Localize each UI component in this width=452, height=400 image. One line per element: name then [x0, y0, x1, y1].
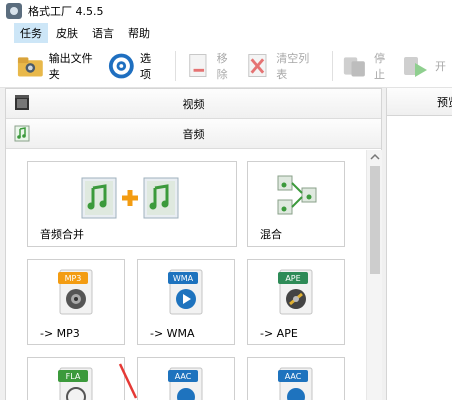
- to-mp3-tile[interactable]: MP3 -> MP3: [27, 259, 125, 345]
- start-button[interactable]: 开: [401, 49, 452, 83]
- remove-label: 移除: [216, 51, 228, 81]
- clear-list-label: 清空列表: [276, 51, 310, 81]
- wma-badge: WMA: [173, 274, 194, 283]
- audio-merge-tile[interactable]: 音频合并: [27, 161, 237, 247]
- fla-file-icon: FLA: [58, 367, 93, 400]
- options-label: 选项: [139, 51, 151, 81]
- ape-badge: APE: [285, 274, 300, 283]
- menu-help[interactable]: 帮助: [122, 23, 156, 43]
- app-icon: [6, 3, 22, 19]
- menu-skin[interactable]: 皮肤: [50, 23, 84, 43]
- preview-header-label: 预览: [437, 95, 452, 109]
- toolbar-separator: [332, 50, 334, 81]
- mix-tile[interactable]: 混合: [247, 161, 345, 247]
- category-audio[interactable]: 音频: [6, 119, 381, 149]
- start-icon: [403, 56, 427, 77]
- aac-badge: AAC: [175, 372, 192, 381]
- to-wma-tile[interactable]: WMA -> WMA: [137, 259, 235, 345]
- scrollbar-thumb[interactable]: [370, 166, 380, 274]
- ape-file-icon: APE: [278, 269, 313, 315]
- remove-document-icon: [189, 53, 207, 77]
- options-button[interactable]: 选项: [107, 49, 167, 83]
- menu-task[interactable]: 任务: [14, 23, 48, 43]
- red-arrow-annotation: [118, 363, 138, 399]
- to-ape-tile[interactable]: APE -> APE: [247, 259, 345, 345]
- scroll-up-arrow-icon[interactable]: [370, 152, 380, 162]
- aac-badge: AAC: [285, 372, 302, 381]
- audio-task-grid: 音频合并 混合 MP3 -> MP3 WMA -> WMA APE -> APE…: [6, 150, 366, 400]
- vertical-scrollbar[interactable]: [366, 150, 382, 400]
- clear-list-icon: [247, 53, 267, 77]
- start-label: 开: [434, 59, 446, 73]
- output-folder-button[interactable]: 输出文件夹: [16, 49, 107, 83]
- mix-icon: [277, 175, 317, 215]
- title-bar: 格式工厂 4.5.5: [0, 0, 452, 22]
- preview-header: 预览: [387, 88, 452, 116]
- menu-bar: 任务 皮肤 语言 帮助: [0, 22, 452, 44]
- category-video-label: 视频: [182, 97, 205, 111]
- mp3-file-icon: MP3: [58, 269, 93, 315]
- remove-button[interactable]: 移除: [184, 49, 244, 83]
- toolbar-separator: [174, 50, 176, 81]
- task-panel: 视频 音频 音频合并 混合 MP3 -> MP3 WMA -> WMA APE …: [5, 88, 382, 400]
- aac-file-icon: AAC: [278, 367, 313, 400]
- music-note-icon: [14, 125, 30, 142]
- category-video[interactable]: 视频: [6, 89, 381, 119]
- folder-icon: [17, 56, 43, 77]
- menu-language[interactable]: 语言: [86, 23, 120, 43]
- output-folder-label: 输出文件夹: [48, 51, 93, 81]
- mix-label: 混合: [260, 228, 282, 241]
- toolbar: 输出文件夹 选项 移除 清空列表 停止 开: [0, 44, 452, 88]
- fla-badge: FLA: [66, 372, 81, 381]
- window-title: 格式工厂 4.5.5: [28, 5, 104, 18]
- to-mp3-label: -> MP3: [40, 327, 80, 340]
- aac-file-icon: AAC: [168, 367, 203, 400]
- to-aac-tile[interactable]: AAC: [137, 357, 235, 400]
- stop-button[interactable]: 停止: [341, 49, 401, 83]
- audio-merge-label: 音频合并: [40, 228, 84, 241]
- clear-list-button[interactable]: 清空列表: [244, 49, 325, 83]
- to-wma-label: -> WMA: [150, 327, 195, 340]
- mp3-badge: MP3: [65, 274, 82, 283]
- stop-icon: [344, 56, 366, 77]
- to-aac-tile-2[interactable]: AAC: [247, 357, 345, 400]
- film-icon: [15, 95, 29, 110]
- to-ape-label: -> APE: [260, 327, 298, 340]
- wma-file-icon: WMA: [168, 269, 203, 315]
- preview-panel: 预览: [386, 88, 452, 400]
- stop-label: 停止: [373, 51, 385, 81]
- gear-icon: [109, 53, 135, 78]
- audio-merge-icon: [81, 177, 179, 219]
- category-audio-label: 音频: [182, 127, 205, 141]
